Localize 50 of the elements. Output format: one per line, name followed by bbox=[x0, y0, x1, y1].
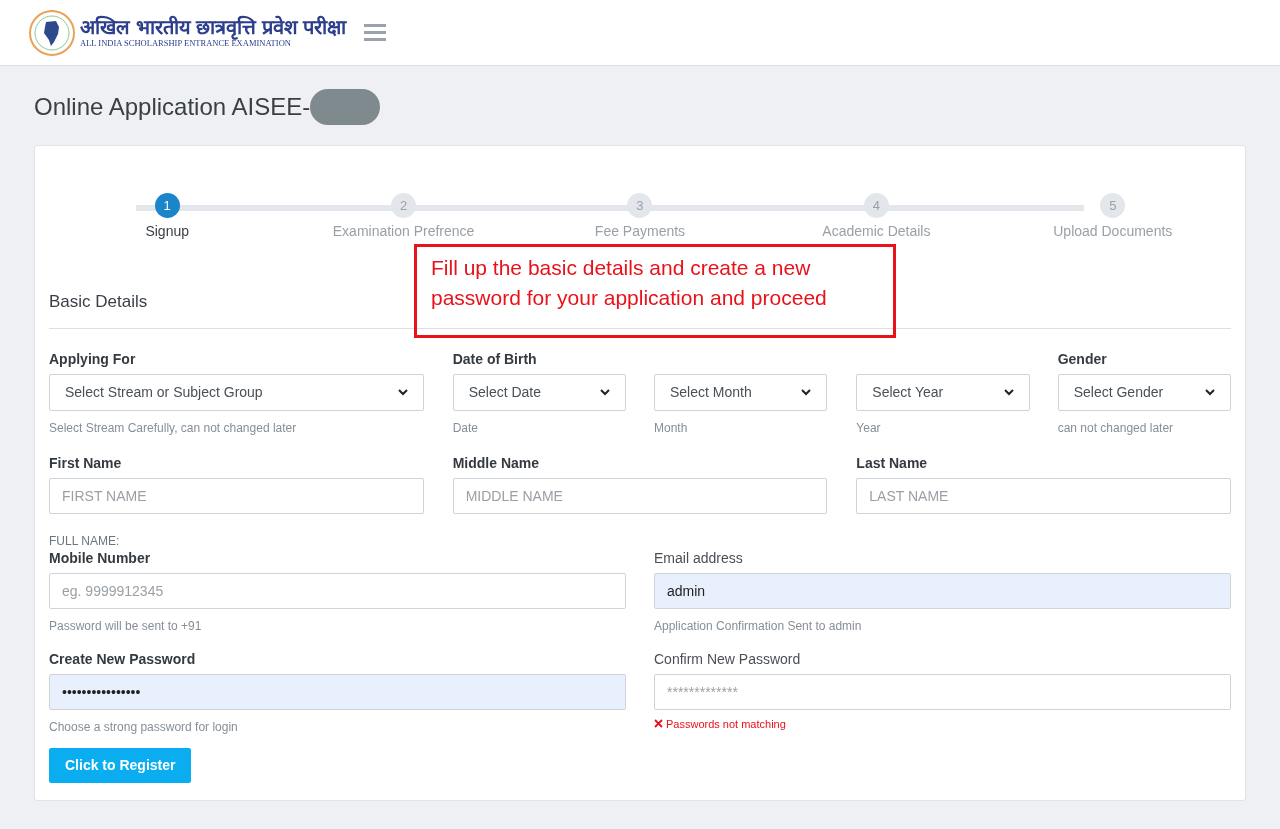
annotation-callout: Fill up the basic details and create a new password for your application and proceed bbox=[414, 244, 896, 338]
help-text: Year bbox=[856, 419, 882, 437]
emblem-logo-icon bbox=[28, 8, 76, 57]
error-message: Passwords not matching bbox=[666, 716, 786, 732]
field-label: Create New Password bbox=[49, 649, 197, 666]
field-label: Middle Name bbox=[452, 453, 540, 470]
chevron-down-icon bbox=[1003, 388, 1014, 396]
field-label: Date of Birth bbox=[452, 349, 538, 366]
field-label: Last Name bbox=[856, 453, 929, 470]
logo-subtitle: ALL INDIA SCHOLARSHIP ENTRANCE EXAMINATION bbox=[80, 38, 292, 49]
input-field[interactable]: LAST NAME bbox=[856, 477, 1231, 514]
dropdown[interactable]: Select Month bbox=[654, 373, 828, 411]
step-label: Signup bbox=[145, 222, 189, 241]
field-label: Gender bbox=[1057, 349, 1108, 366]
dropdown[interactable]: Select Gender bbox=[1057, 373, 1231, 411]
cross-icon bbox=[654, 719, 663, 729]
page-title: Online Application AISEE- bbox=[34, 92, 311, 122]
help-text: Choose a strong password for login bbox=[49, 718, 239, 736]
input-field[interactable]: •••••••••••••••• bbox=[49, 673, 626, 710]
help-text: Date bbox=[452, 419, 479, 437]
step-label: Upload Documents bbox=[1053, 222, 1173, 241]
field-label: Confirm New Password bbox=[654, 649, 802, 666]
step-number[interactable]: 1 bbox=[154, 193, 180, 218]
step-label: Examination Prefrence bbox=[332, 222, 475, 241]
help-text: can not changed later bbox=[1057, 419, 1175, 437]
input-field[interactable]: ************* bbox=[654, 673, 1231, 710]
dropdown[interactable]: Select Stream or Subject Group bbox=[49, 373, 424, 411]
redaction-block bbox=[310, 89, 381, 125]
chevron-down-icon bbox=[600, 388, 610, 396]
dropdown[interactable]: Select Year bbox=[856, 373, 1030, 411]
step-label: Academic Details bbox=[822, 222, 931, 241]
help-text: Month bbox=[654, 419, 689, 437]
input-field[interactable]: admin bbox=[654, 572, 1231, 609]
input-field[interactable]: MIDDLE NAME bbox=[452, 477, 828, 514]
chevron-down-icon bbox=[801, 388, 812, 396]
chevron-down-icon bbox=[1205, 388, 1215, 396]
full-name-label: FULL NAME: bbox=[49, 533, 121, 548]
step-label: Fee Payments bbox=[594, 222, 686, 241]
chevron-down-icon bbox=[397, 388, 408, 396]
help-text: Password will be sent to +91 bbox=[49, 617, 203, 635]
input-field[interactable]: FIRST NAME bbox=[49, 477, 424, 514]
menu-icon[interactable] bbox=[364, 24, 387, 41]
field-label: Email address bbox=[654, 548, 744, 565]
input-field[interactable]: eg. 9999912345 bbox=[49, 572, 626, 609]
field-label: First Name bbox=[49, 453, 123, 470]
help-text: Application Confirmation Sent to admin bbox=[654, 617, 863, 635]
field-label: Mobile Number bbox=[49, 548, 152, 565]
dropdown[interactable]: Select Date bbox=[452, 373, 626, 411]
field-label: Applying For bbox=[49, 349, 137, 366]
help-text: Select Stream Carefully, can not changed later bbox=[49, 419, 298, 437]
